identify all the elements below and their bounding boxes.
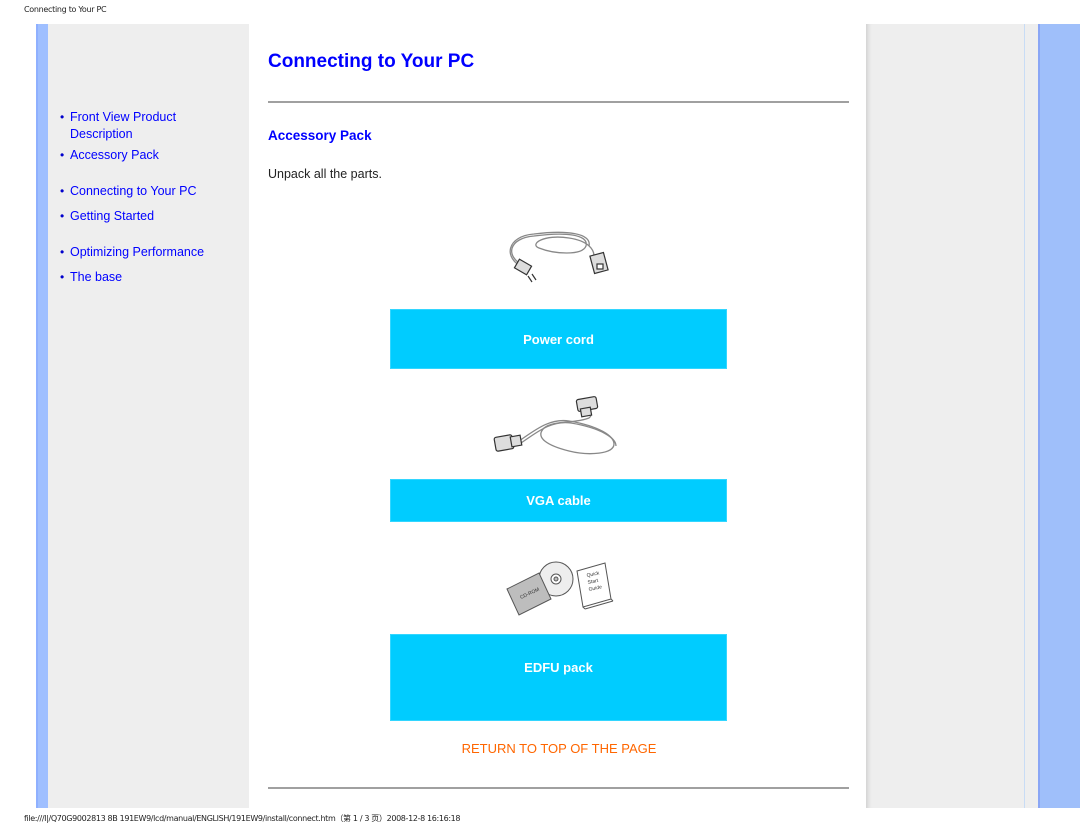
- page-title: Connecting to Your PC: [268, 51, 475, 72]
- power-cord-icon: [509, 231, 609, 283]
- sidebar-link-getting-started[interactable]: Getting Started: [70, 209, 154, 223]
- sidebar-link-accessory-pack[interactable]: Accessory Pack: [70, 148, 159, 162]
- bullet-icon: •: [60, 270, 65, 284]
- bullet-icon: •: [60, 245, 65, 259]
- vga-cable-image: [268, 396, 850, 466]
- label-vga-cable-text: VGA cable: [526, 493, 591, 508]
- print-footer: file:///I|/Q70G9002813 8B 191EW9/lcd/man…: [24, 814, 461, 823]
- sidebar-item-getting-started: • Getting Started: [60, 208, 240, 225]
- bullet-icon: •: [60, 209, 65, 223]
- label-edfu-pack: EDFU pack: [390, 634, 727, 721]
- label-vga-cable: VGA cable: [390, 479, 727, 522]
- vga-cable-icon: [493, 396, 617, 455]
- right-panel: [866, 24, 1024, 808]
- print-header: Connecting to Your PC: [24, 5, 107, 14]
- section-heading: Accessory Pack: [268, 128, 372, 143]
- edfu-pack-image: CD-ROM Quick Start Guide: [268, 559, 850, 619]
- bullet-icon: •: [60, 110, 65, 124]
- sidebar-nav: • Front View Product Description • Acces…: [48, 24, 249, 808]
- sidebar-item-front-view: • Front View Product Description: [60, 109, 240, 143]
- nav-spacer: [60, 164, 240, 183]
- sidebar-item-connecting: • Connecting to Your PC: [60, 183, 240, 200]
- left-decorative-stripe: [36, 24, 48, 808]
- label-power-cord: Power cord: [390, 309, 727, 369]
- sidebar-link-optimizing[interactable]: Optimizing Performance: [70, 245, 204, 259]
- divider-bottom: [268, 787, 849, 789]
- return-to-top-link[interactable]: RETURN TO TOP OF THE PAGE: [268, 741, 850, 756]
- sidebar-item-accessory-pack: • Accessory Pack: [60, 147, 240, 164]
- power-cord-image: [268, 226, 850, 286]
- nav-spacer: [60, 225, 240, 244]
- sidebar-link-the-base[interactable]: The base: [70, 270, 122, 284]
- sidebar-nav-list: • Front View Product Description • Acces…: [60, 109, 240, 286]
- intro-text: Unpack all the parts.: [268, 167, 382, 181]
- right-panel-gap: [1025, 24, 1038, 808]
- cd-and-guide-icon: CD-ROM Quick Start Guide: [506, 561, 614, 616]
- label-edfu-pack-text: EDFU pack: [524, 660, 593, 675]
- right-decorative-stripe: [1038, 24, 1080, 808]
- bullet-icon: •: [60, 184, 65, 198]
- label-power-cord-text: Power cord: [523, 331, 594, 347]
- divider-top: [268, 101, 849, 103]
- sidebar-item-optimizing: • Optimizing Performance: [60, 244, 240, 261]
- bullet-icon: •: [60, 148, 65, 162]
- sidebar-link-front-view[interactable]: Front View Product Description: [70, 110, 176, 141]
- sidebar-link-connecting[interactable]: Connecting to Your PC: [70, 184, 196, 198]
- sidebar-item-the-base: • The base: [60, 269, 240, 286]
